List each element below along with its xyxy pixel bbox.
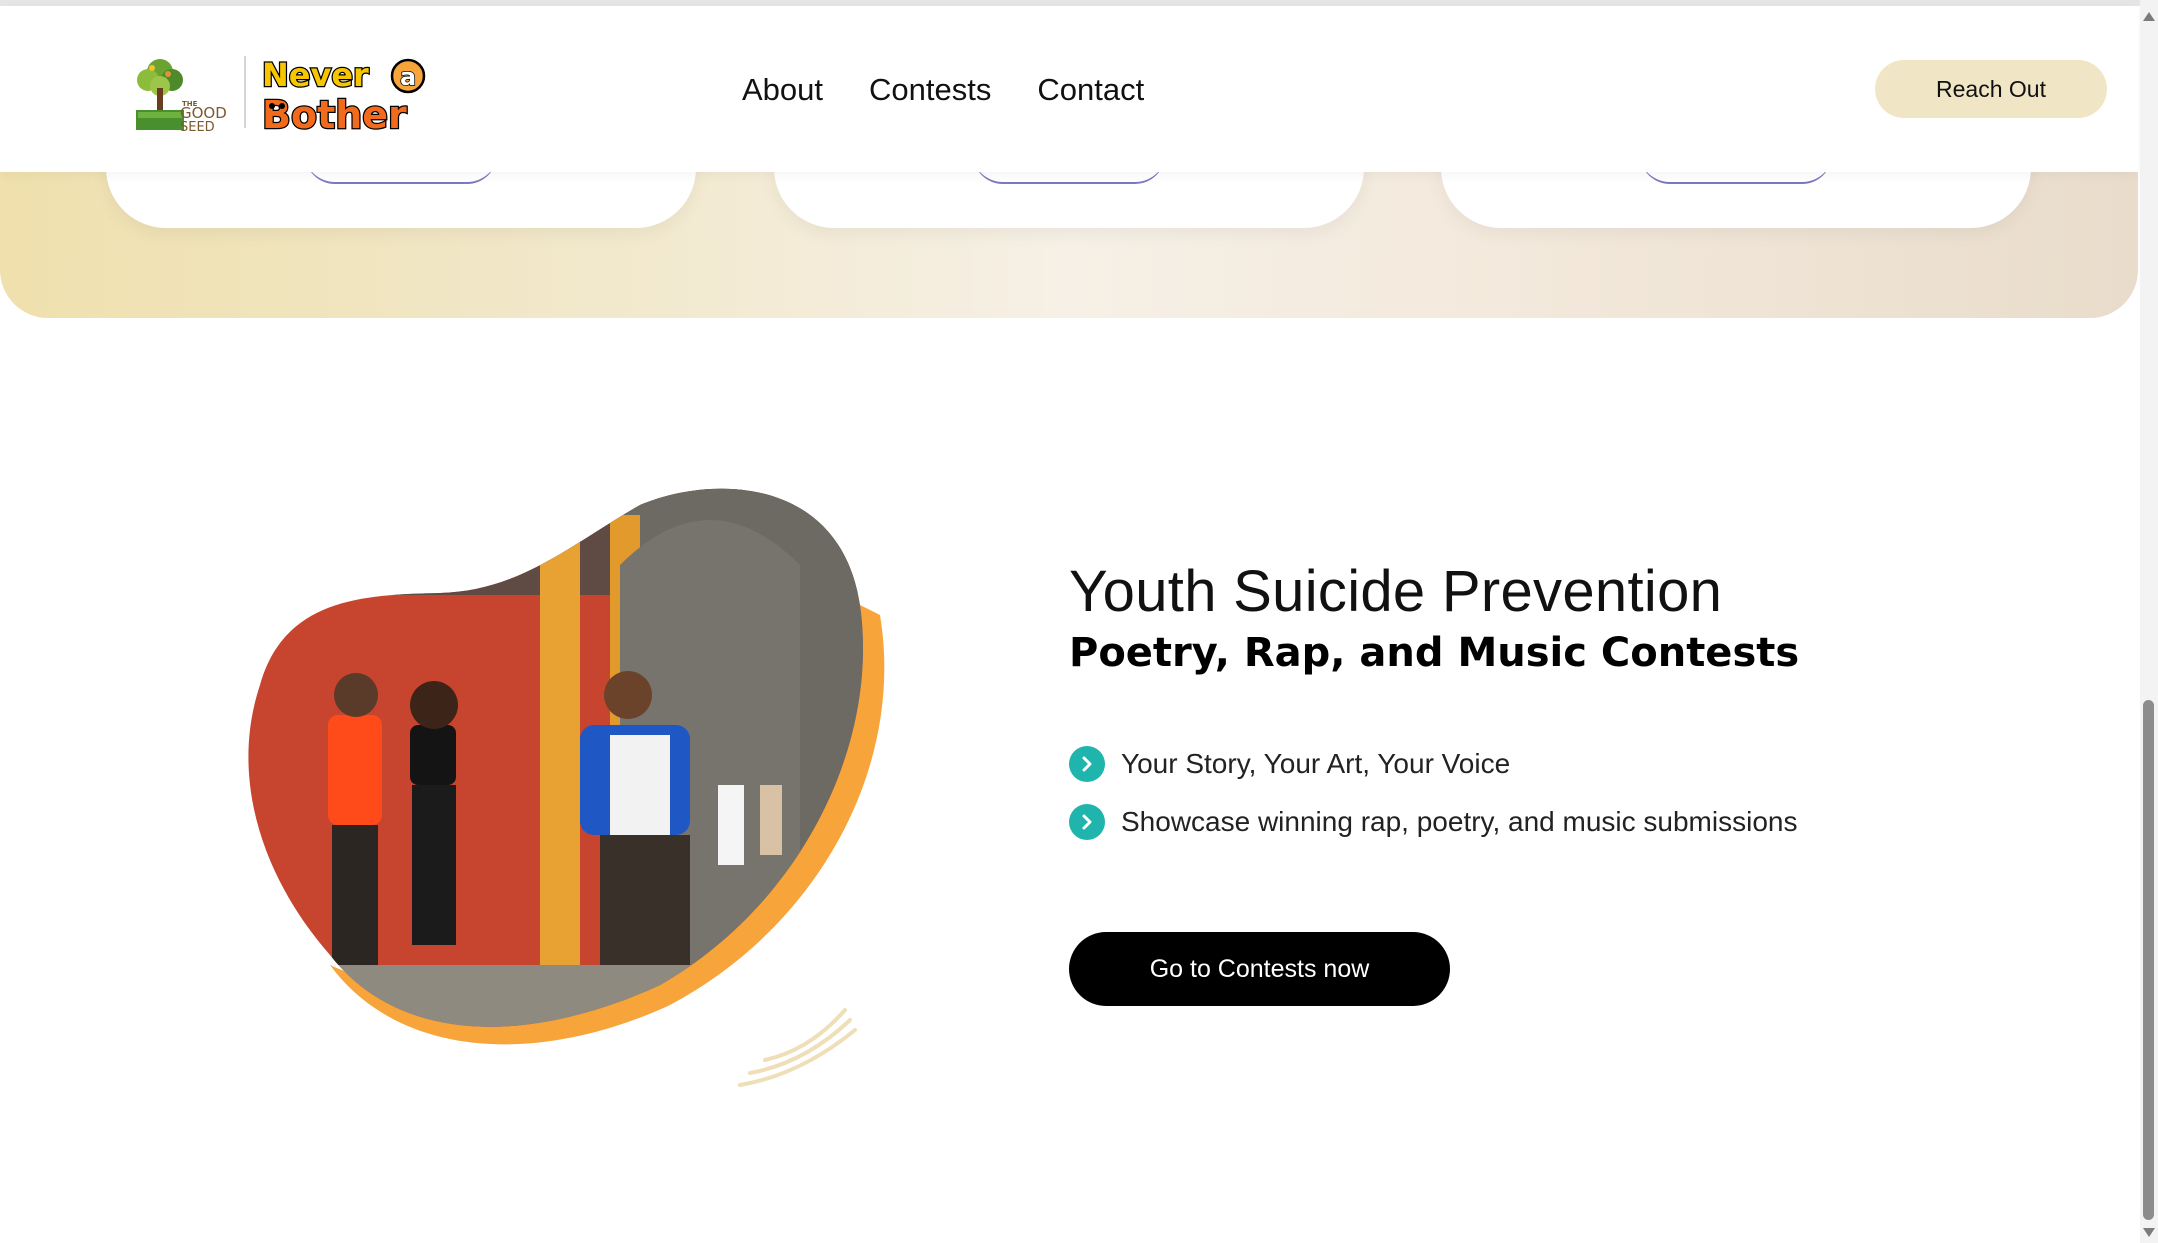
chevron-right-icon <box>1069 804 1105 840</box>
feature-list: Your Story, Your Art, Your Voice Showcas… <box>1069 735 1797 851</box>
good-seed-logo[interactable]: THE GOOD SEED <box>130 52 232 134</box>
svg-text:a: a <box>400 63 416 91</box>
list-item-text: Your Story, Your Art, Your Voice <box>1121 748 1511 779</box>
nav-contests[interactable]: Contests <box>869 72 991 108</box>
list-item: Showcase winning rap, poetry, and music … <box>1069 793 1797 851</box>
main-nav: About Contests Contact <box>742 72 1144 108</box>
list-item: Your Story, Your Art, Your Voice <box>1069 735 1797 793</box>
svg-text:SEED: SEED <box>180 120 215 134</box>
nav-contact[interactable]: Contact <box>1037 72 1144 108</box>
hero-image <box>248 488 885 1045</box>
svg-text:Never: Never <box>262 56 369 94</box>
decorative-lines <box>738 1008 857 1087</box>
chevron-right-icon <box>1069 746 1105 782</box>
never-a-bother-logo[interactable]: Never a Bother <box>258 52 432 134</box>
go-to-contests-button[interactable]: Go to Contests now <box>1069 932 1450 1006</box>
list-item-text: Showcase winning rap, poetry, and music … <box>1121 806 1798 837</box>
site-header: THE GOOD SEED Never a Bother About Conte… <box>0 6 2138 172</box>
section-subtitle: Poetry, Rap, and Music Contests <box>1069 630 1800 676</box>
scroll-up-arrow-icon[interactable] <box>2143 12 2155 21</box>
reach-out-button[interactable]: Reach Out <box>1875 60 2107 118</box>
logo-divider <box>244 56 246 128</box>
nav-about[interactable]: About <box>742 72 823 108</box>
svg-text:Bother: Bother <box>262 93 407 134</box>
scrollbar-thumb[interactable] <box>2143 700 2154 1220</box>
section-title: Youth Suicide Prevention <box>1069 559 1723 624</box>
scroll-down-arrow-icon[interactable] <box>2143 1228 2155 1237</box>
